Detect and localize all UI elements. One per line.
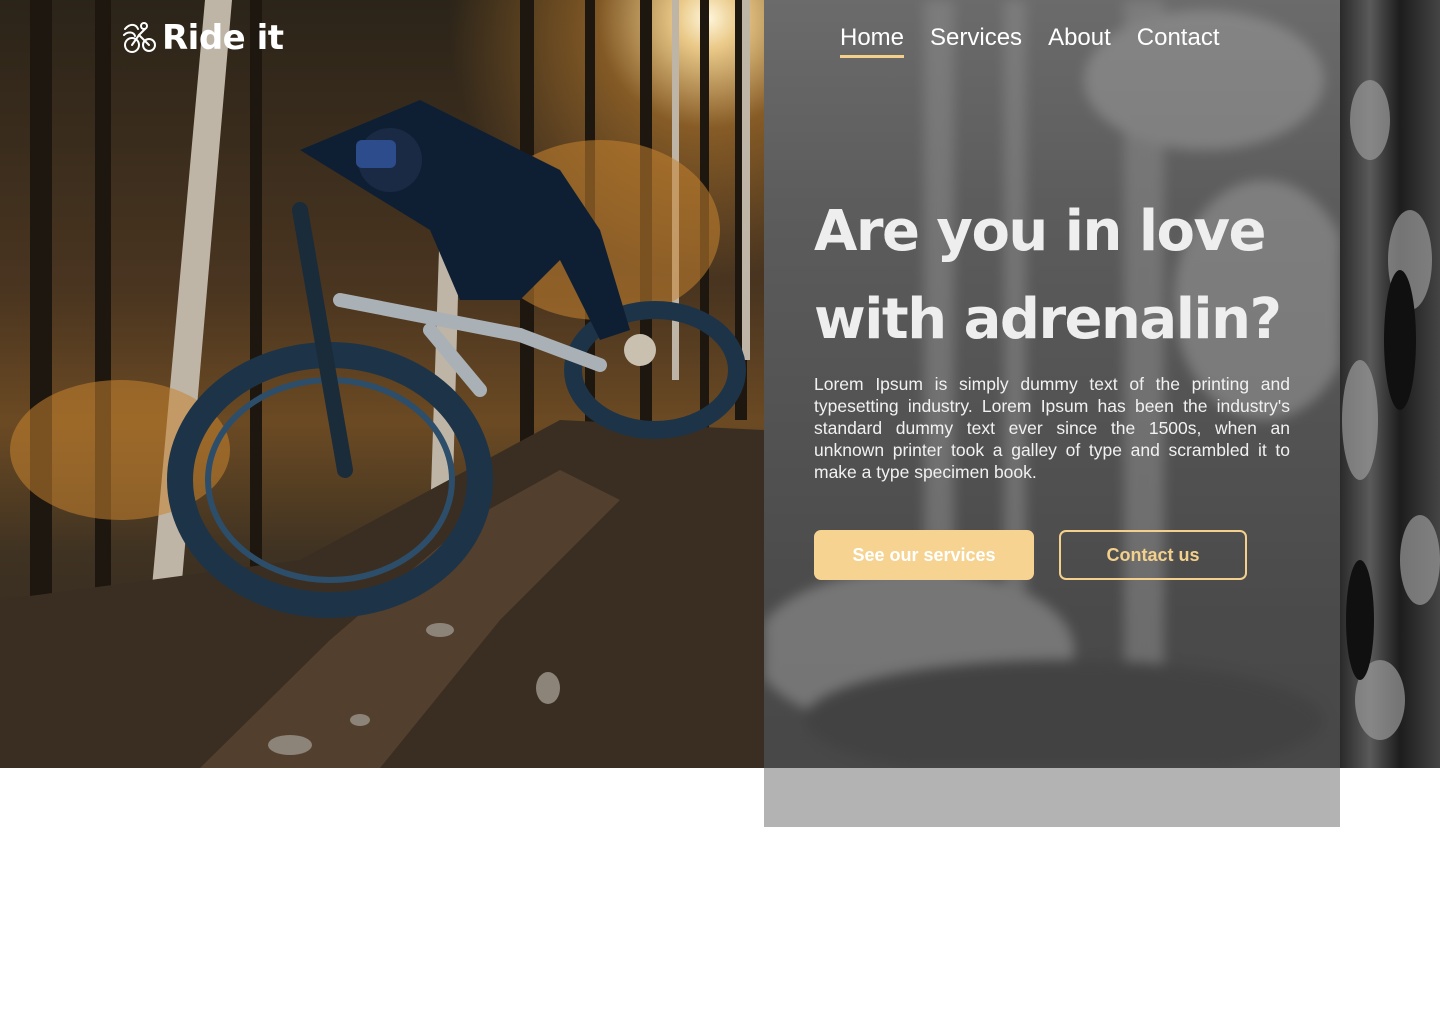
hero-description: Lorem Ipsum is simply dummy text of the … [814, 374, 1290, 482]
nav-item-home[interactable]: Home [840, 24, 905, 58]
see-services-button[interactable]: See our services [814, 530, 1034, 580]
hero-headline: Are you in love with adrenalin? [814, 188, 1314, 364]
brand-logo[interactable]: Ride it [122, 18, 284, 58]
nav-item-services[interactable]: Services [930, 24, 1022, 58]
background-foliage [1340, 0, 1440, 768]
brand-name: Ride it [162, 18, 284, 58]
nav-item-contact[interactable]: Contact [1137, 24, 1220, 58]
hero-photo [0, 0, 764, 768]
foliage-pattern [1342, 80, 1440, 740]
contact-us-button[interactable]: Contact us [1059, 530, 1247, 580]
nav-item-about[interactable]: About [1048, 24, 1111, 58]
main-nav: Home Services About Contact [840, 24, 1220, 58]
bike-rider-icon [123, 22, 156, 53]
mountain-biker-photo [0, 0, 764, 768]
headline-line-1: Are you in love [814, 199, 1266, 264]
panel-bottom-band [764, 768, 1340, 827]
headline-line-2: with adrenalin? [814, 287, 1282, 352]
